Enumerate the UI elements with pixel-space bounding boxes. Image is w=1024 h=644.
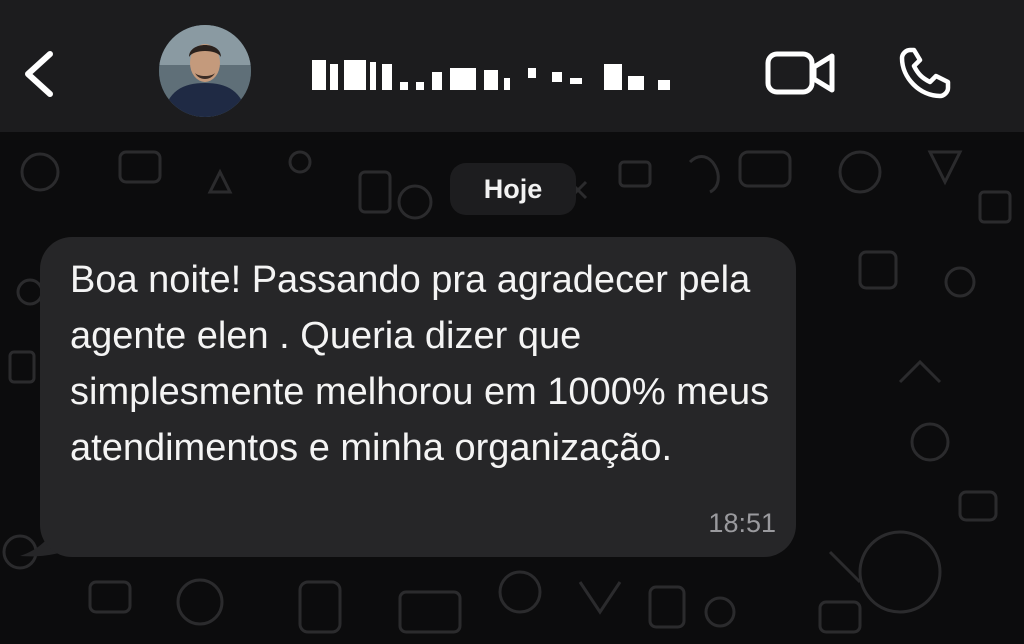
back-button[interactable] [18,46,62,102]
chat-header [0,0,1024,132]
phone-icon [899,47,951,99]
contact-avatar[interactable] [159,25,251,117]
voice-call-button[interactable] [896,44,954,102]
video-call-button[interactable] [762,48,838,98]
message-timestamp: 18:51 [708,508,776,538]
chevron-left-icon [25,51,53,97]
avatar-photo [159,25,251,117]
message-text: Boa noite! Passando pra agradecer pela a… [70,259,770,469]
contact-name[interactable] [308,56,688,96]
video-camera-icon [765,51,835,95]
date-separator: Hoje [450,163,576,215]
